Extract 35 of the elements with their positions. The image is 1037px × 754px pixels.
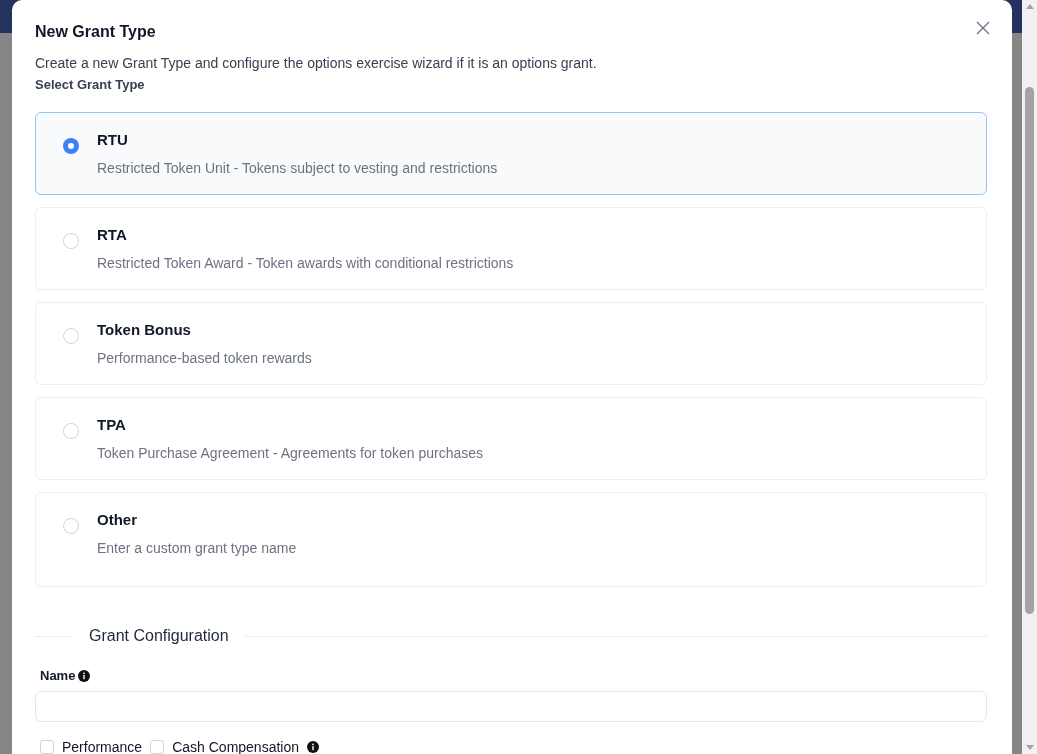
dialog-description: Create a new Grant Type and configure the options exercise wizard if it is an options grant. — [35, 54, 597, 73]
radio-icon[interactable] — [63, 423, 79, 439]
name-input-field[interactable] — [35, 691, 987, 722]
scroll-up-arrow-icon[interactable] — [1025, 4, 1034, 9]
option-description: Token Purchase Agreement - Agreements for token purchases — [97, 444, 483, 463]
option-title: RTU — [97, 130, 128, 150]
grant-type-option[interactable]: Other Enter a custom grant type name — [35, 492, 987, 587]
grant-type-option[interactable]: Token Bonus Performance-based token rewards — [35, 302, 987, 385]
option-title: TPA — [97, 415, 126, 435]
option-title: Other — [97, 510, 137, 530]
section-heading: Grant Configuration — [89, 626, 229, 646]
section-label: Select Grant Type — [35, 76, 145, 94]
scrollbar-thumb[interactable] — [1025, 87, 1034, 614]
grant-type-option[interactable]: RTU Restricted Token Unit - Tokens subject to vesting and restrictions — [35, 112, 987, 195]
option-description: Enter a custom grant type name — [97, 539, 297, 558]
option-description: Restricted Token Award - Token awards with conditional restrictions — [97, 254, 514, 273]
close-button[interactable] — [976, 21, 990, 35]
field-label: Name — [40, 667, 76, 685]
grant-type-option[interactable]: RTA Restricted Token Award - Token awards with conditional restrictions — [35, 207, 987, 290]
grant-type-option[interactable]: TPA Token Purchase Agreement - Agreements for token purchases — [35, 397, 987, 480]
option-title: RTA — [97, 225, 127, 245]
option-title: Token Bonus — [97, 320, 191, 340]
radio-icon[interactable] — [63, 233, 79, 249]
close-icon — [976, 21, 990, 35]
checkbox-label: Performance — [62, 740, 143, 754]
radio-icon[interactable] — [63, 138, 79, 154]
dialog-title: New Grant Type — [35, 22, 156, 42]
radio-icon[interactable] — [63, 328, 79, 344]
checkbox[interactable] — [40, 740, 54, 754]
scroll-down-arrow-icon[interactable] — [1025, 745, 1034, 750]
checkbox-label: Cash Compensation — [172, 740, 299, 754]
radio-icon[interactable] — [63, 518, 79, 534]
checkbox[interactable] — [150, 740, 165, 754]
option-description: Performance-based token rewards — [97, 349, 312, 368]
option-description: Restricted Token Unit - Tokens subject to vesting and restrictions — [97, 159, 498, 178]
